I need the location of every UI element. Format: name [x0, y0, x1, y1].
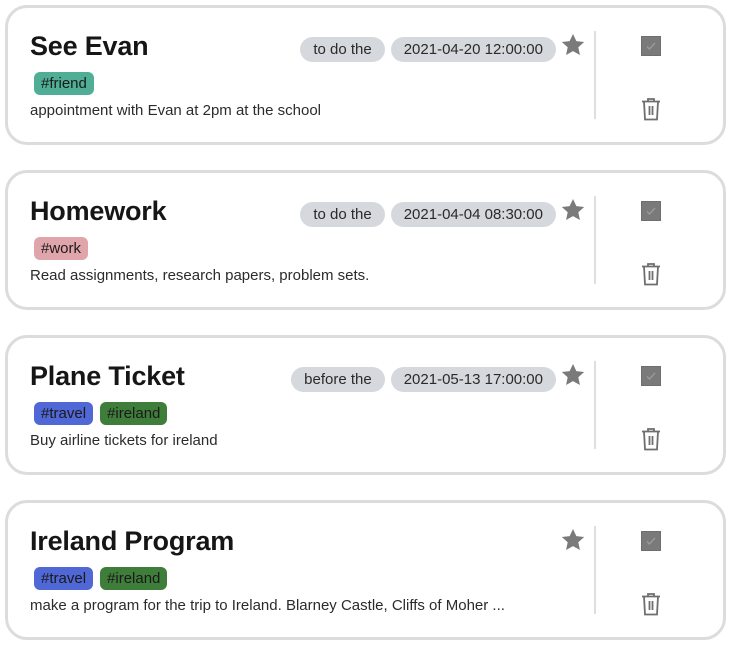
- checkmark-icon: [646, 372, 656, 381]
- tag-badge[interactable]: #ireland: [100, 567, 168, 590]
- task-card: Homework to do the 2021-04-04 08:30:00 #…: [5, 170, 726, 310]
- schedule-qualifier-badge: to do the: [300, 202, 385, 227]
- schedule-qualifier-badge: to do the: [300, 37, 385, 62]
- checkmark-icon: [646, 537, 656, 546]
- task-card: See Evan to do the 2021-04-20 12:00:00 #…: [5, 5, 726, 145]
- trash-icon[interactable]: [640, 262, 662, 286]
- tag-list: #work: [34, 237, 89, 260]
- schedule-qualifier-badge: before the: [291, 367, 385, 392]
- complete-checkbox[interactable]: [641, 36, 661, 56]
- task-schedule: to do the 2021-04-20 12:00:00: [300, 37, 556, 62]
- trash-icon[interactable]: [640, 592, 662, 616]
- task-schedule: before the 2021-05-13 17:00:00: [291, 367, 556, 392]
- task-description: Buy airline tickets for ireland: [30, 432, 218, 449]
- task-content: Ireland Program #travel #ireland make a …: [30, 503, 586, 637]
- schedule-datetime-badge: 2021-05-13 17:00:00: [390, 367, 556, 392]
- checkmark-icon: [646, 42, 656, 51]
- task-card: Ireland Program #travel #ireland make a …: [5, 500, 726, 640]
- task-content: See Evan to do the 2021-04-20 12:00:00 #…: [30, 8, 586, 142]
- tag-badge[interactable]: #travel: [34, 402, 94, 425]
- task-description: appointment with Evan at 2pm at the scho…: [30, 102, 322, 119]
- star-icon[interactable]: [560, 527, 586, 553]
- task-description: Read assignments, research papers, probl…: [30, 267, 370, 284]
- trash-icon[interactable]: [640, 427, 662, 451]
- task-description: make a program for the trip to Ireland. …: [30, 597, 505, 614]
- tag-badge[interactable]: #friend: [34, 72, 94, 95]
- task-content: Homework to do the 2021-04-04 08:30:00 #…: [30, 173, 586, 307]
- complete-checkbox[interactable]: [641, 366, 661, 386]
- complete-checkbox[interactable]: [641, 201, 661, 221]
- checkmark-icon: [646, 207, 656, 216]
- tag-list: #travel #ireland: [34, 402, 168, 425]
- schedule-datetime-badge: 2021-04-20 12:00:00: [390, 37, 556, 62]
- card-divider: [594, 526, 596, 614]
- tag-badge[interactable]: #work: [34, 237, 89, 260]
- task-title: Ireland Program: [30, 526, 235, 556]
- card-divider: [594, 31, 596, 119]
- schedule-datetime-badge: 2021-04-04 08:30:00: [390, 202, 556, 227]
- tag-list: #friend: [34, 72, 94, 95]
- card-divider: [594, 361, 596, 449]
- task-title: Homework: [30, 196, 167, 226]
- star-icon[interactable]: [560, 32, 586, 58]
- task-card: Plane Ticket before the 2021-05-13 17:00…: [5, 335, 726, 475]
- task-schedule: to do the 2021-04-04 08:30:00: [300, 202, 556, 227]
- tag-list: #travel #ireland: [34, 567, 168, 590]
- card-divider: [594, 196, 596, 284]
- star-icon[interactable]: [560, 197, 586, 223]
- task-content: Plane Ticket before the 2021-05-13 17:00…: [30, 338, 586, 472]
- task-title: Plane Ticket: [30, 361, 185, 391]
- task-title: See Evan: [30, 31, 149, 61]
- tag-badge[interactable]: #ireland: [100, 402, 168, 425]
- tag-badge[interactable]: #travel: [34, 567, 94, 590]
- complete-checkbox[interactable]: [641, 531, 661, 551]
- trash-icon[interactable]: [640, 97, 662, 121]
- star-icon[interactable]: [560, 362, 586, 388]
